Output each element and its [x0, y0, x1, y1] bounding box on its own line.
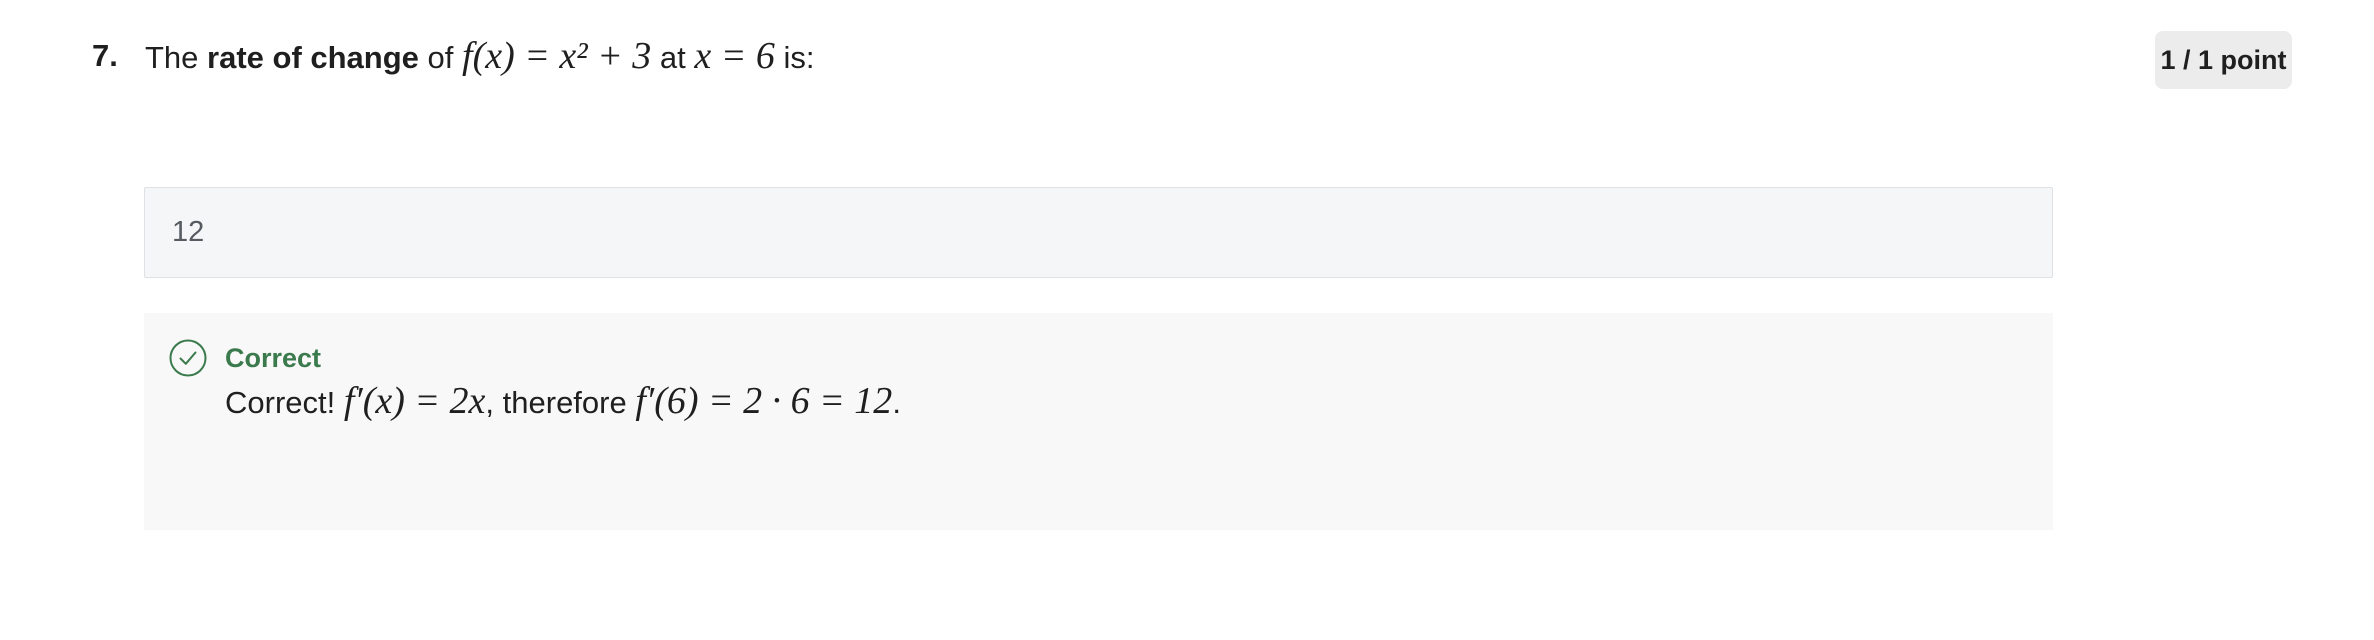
question-number: 7. — [92, 38, 118, 73]
feedback-panel: Correct Correct! f′(x) = 2x, therefore f… — [144, 313, 2053, 530]
question-text-at: at — [651, 40, 695, 75]
points-badge: 1 / 1 point — [2155, 31, 2292, 89]
question-text-before: The — [145, 40, 208, 75]
feedback-explanation: Correct! f′(x) = 2x, therefore f′(6) = 2… — [225, 377, 901, 427]
question-math-point: x = 6 — [694, 35, 775, 77]
question-math-function: f(x) = x² + 3 — [462, 35, 652, 77]
question-text-end: is: — [774, 40, 815, 75]
answer-field[interactable]: 12 — [144, 187, 2053, 278]
question-text-of: of — [418, 40, 463, 75]
feedback-math-derivative: f′(x) = 2x — [343, 380, 486, 422]
feedback-math-result: f′(6) = 2 · 6 = 12 — [635, 380, 893, 422]
question-prompt: The rate of change of f(x) = x² + 3 at x… — [145, 32, 815, 82]
check-circle-icon — [169, 339, 207, 377]
feedback-text-middle: , therefore — [485, 385, 636, 420]
feedback-status: Correct — [225, 343, 322, 373]
question-bold-phrase: rate of change — [207, 40, 419, 75]
feedback-text-prefix: Correct! — [225, 385, 344, 420]
feedback-text-end: . — [892, 385, 901, 420]
